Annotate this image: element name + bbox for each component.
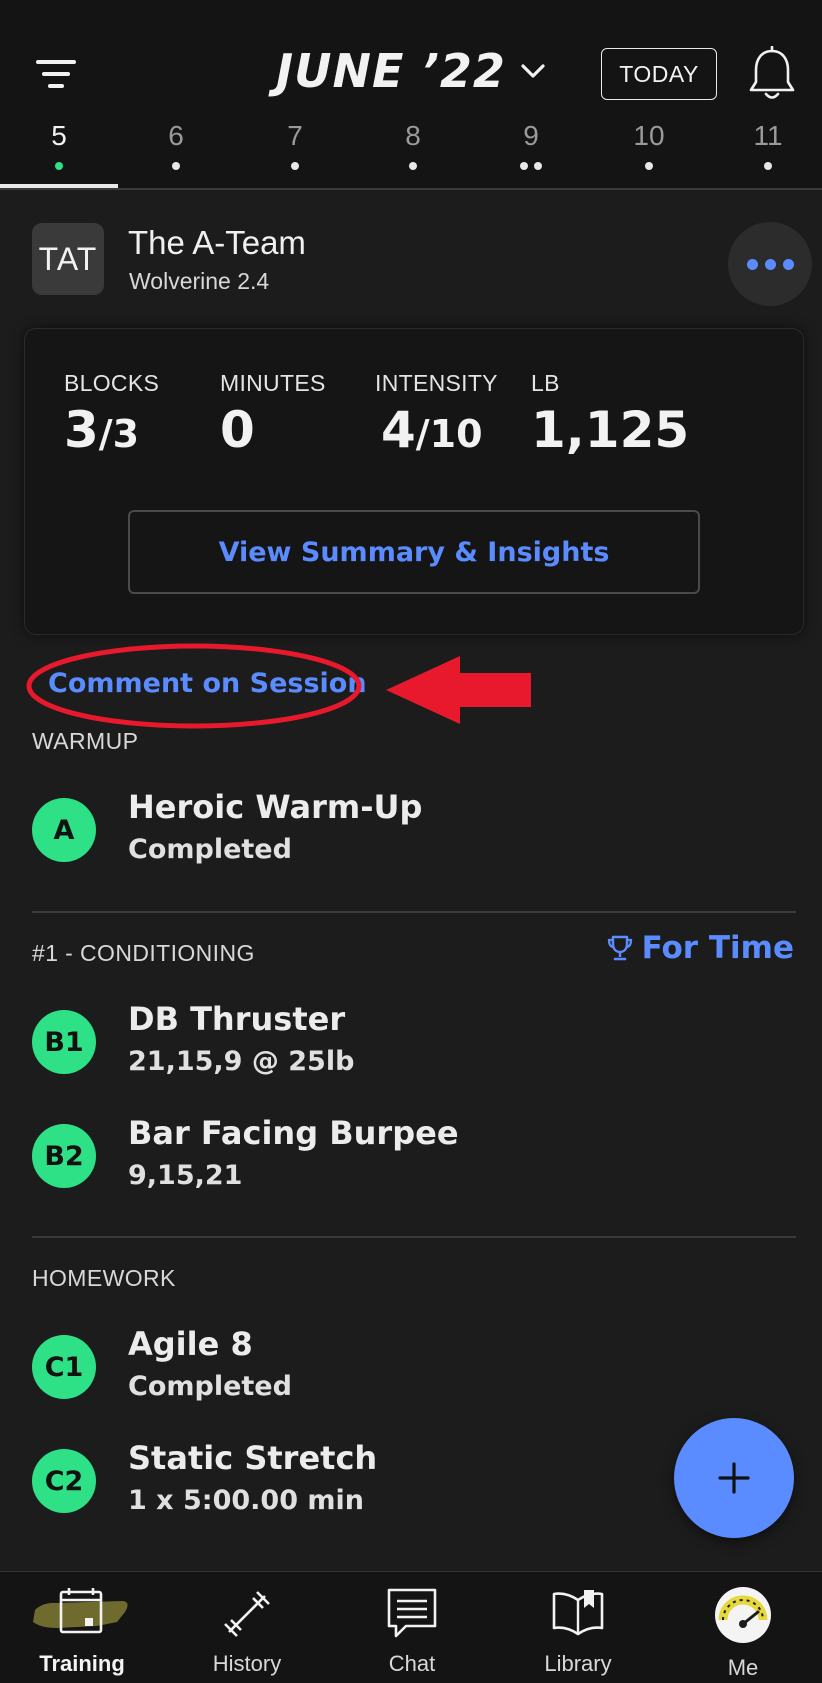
exercise-row[interactable]: C1 Agile 8 Completed: [32, 1325, 792, 1421]
nav-library-label: Library: [544, 1651, 612, 1676]
section-conditioning: #1 - CONDITIONING: [32, 940, 255, 966]
section-divider: [32, 911, 796, 913]
exercise-badge: C1: [32, 1335, 96, 1399]
nav-training-label: Training: [39, 1651, 125, 1676]
exercise-name: Static Stretch: [128, 1439, 378, 1477]
add-button[interactable]: [674, 1418, 794, 1538]
exercise-name: Agile 8: [128, 1325, 253, 1363]
top-header: JUNE ’22 TODAY 5 6 7 8 9 10 11: [0, 0, 822, 190]
more-dot: [746, 258, 758, 270]
exercise-detail: Completed: [128, 1371, 292, 1402]
day-tab-8[interactable]: 8: [354, 114, 472, 186]
day-tab-6[interactable]: 6: [117, 114, 235, 186]
bottom-tab-bar: Training History Chat Library Me: [0, 1571, 822, 1683]
nav-me-label: Me: [727, 1655, 759, 1680]
trophy-icon: [607, 935, 632, 961]
session-dot: [645, 162, 653, 170]
exercise-detail: 21,15,9 @ 25lb: [128, 1046, 355, 1077]
exercise-badge: A: [32, 798, 96, 862]
plus-icon: [718, 1462, 750, 1494]
book-icon: [552, 1590, 604, 1636]
exercise-detail: 1 x 5:00.00 min: [128, 1485, 364, 1516]
day-tab-9[interactable]: 9: [472, 114, 590, 186]
exercise-badge: C2: [32, 1449, 96, 1513]
blocks-done: 3: [64, 401, 99, 459]
session-stats-card: BLOCKS 3/3 MINUTES 0 INTENSITY 4/10 LB 1…: [24, 328, 804, 635]
exercise-name: Heroic Warm-Up: [128, 788, 423, 826]
day-tab-11[interactable]: 11: [709, 114, 822, 186]
nav-me[interactable]: Me: [661, 1572, 822, 1683]
month-selector[interactable]: JUNE ’22: [276, 44, 546, 98]
filter-icon[interactable]: [36, 58, 80, 92]
view-summary-button[interactable]: View Summary & Insights: [128, 510, 700, 594]
today-button[interactable]: TODAY: [601, 48, 717, 100]
section-homework: HOMEWORK: [32, 1265, 176, 1291]
avatar-gauge-icon: [715, 1587, 771, 1643]
for-time-label: For Time: [641, 930, 794, 966]
exercise-row[interactable]: B1 DB Thruster 21,15,9 @ 25lb: [32, 1000, 792, 1096]
barbell-icon: [224, 1591, 270, 1637]
calendar-icon: [33, 1588, 128, 1634]
chevron-down-icon: [521, 64, 545, 78]
intensity-value: 4: [381, 401, 416, 459]
month-title: JUNE ’22: [276, 44, 506, 98]
session-dot: [534, 162, 542, 170]
exercise-row[interactable]: B2 Bar Facing Burpee 9,15,21: [32, 1114, 792, 1210]
nav-chat-label: Chat: [388, 1651, 436, 1676]
day-tab-7[interactable]: 7: [236, 114, 354, 186]
team-name: The A-Team: [128, 224, 306, 261]
intensity-max: /10: [415, 412, 483, 456]
team-badge: TAT: [32, 223, 104, 295]
session-dot: [55, 162, 63, 170]
nav-training[interactable]: Training: [0, 1572, 164, 1683]
exercise-badge: B2: [32, 1124, 96, 1188]
session-dot: [172, 162, 180, 170]
session-dot: [409, 162, 417, 170]
exercise-name: DB Thruster: [128, 1000, 346, 1038]
program-name: Wolverine 2.4: [129, 268, 270, 294]
stat-minutes: MINUTES 0: [220, 370, 326, 459]
nav-chat[interactable]: Chat: [330, 1572, 494, 1683]
scoring-type-tag[interactable]: For Time: [606, 930, 794, 966]
blocks-total: /3: [98, 412, 140, 456]
exercise-detail: Completed: [128, 834, 292, 865]
section-warmup: WARMUP: [32, 728, 139, 754]
more-dot: [764, 258, 776, 270]
section-divider: [32, 1236, 796, 1238]
red-arrow-annotation: [26, 643, 531, 729]
session-dot: [764, 162, 772, 170]
exercise-badge: B1: [32, 1010, 96, 1074]
stat-lb: LB 1,125: [531, 370, 690, 459]
stat-intensity: INTENSITY 4/10: [375, 370, 498, 459]
stat-blocks: BLOCKS 3/3: [64, 370, 160, 459]
nav-history[interactable]: History: [165, 1572, 329, 1683]
more-options-button[interactable]: [728, 222, 812, 306]
exercise-row[interactable]: A Heroic Warm-Up Completed: [32, 788, 792, 884]
nav-library[interactable]: Library: [496, 1572, 660, 1683]
day-strip: 5 6 7 8 9 10 11: [0, 114, 822, 186]
day-tab-5[interactable]: 5: [0, 114, 118, 186]
more-dot: [782, 258, 794, 270]
header-divider: [0, 188, 822, 190]
exercise-name: Bar Facing Burpee: [128, 1114, 459, 1152]
chat-icon: [387, 1588, 437, 1638]
exercise-detail: 9,15,21: [128, 1160, 243, 1191]
session-dot: [291, 162, 299, 170]
day-tab-10[interactable]: 10: [590, 114, 708, 186]
bell-icon[interactable]: [747, 46, 797, 102]
session-dot: [520, 162, 528, 170]
nav-history-label: History: [212, 1651, 282, 1676]
